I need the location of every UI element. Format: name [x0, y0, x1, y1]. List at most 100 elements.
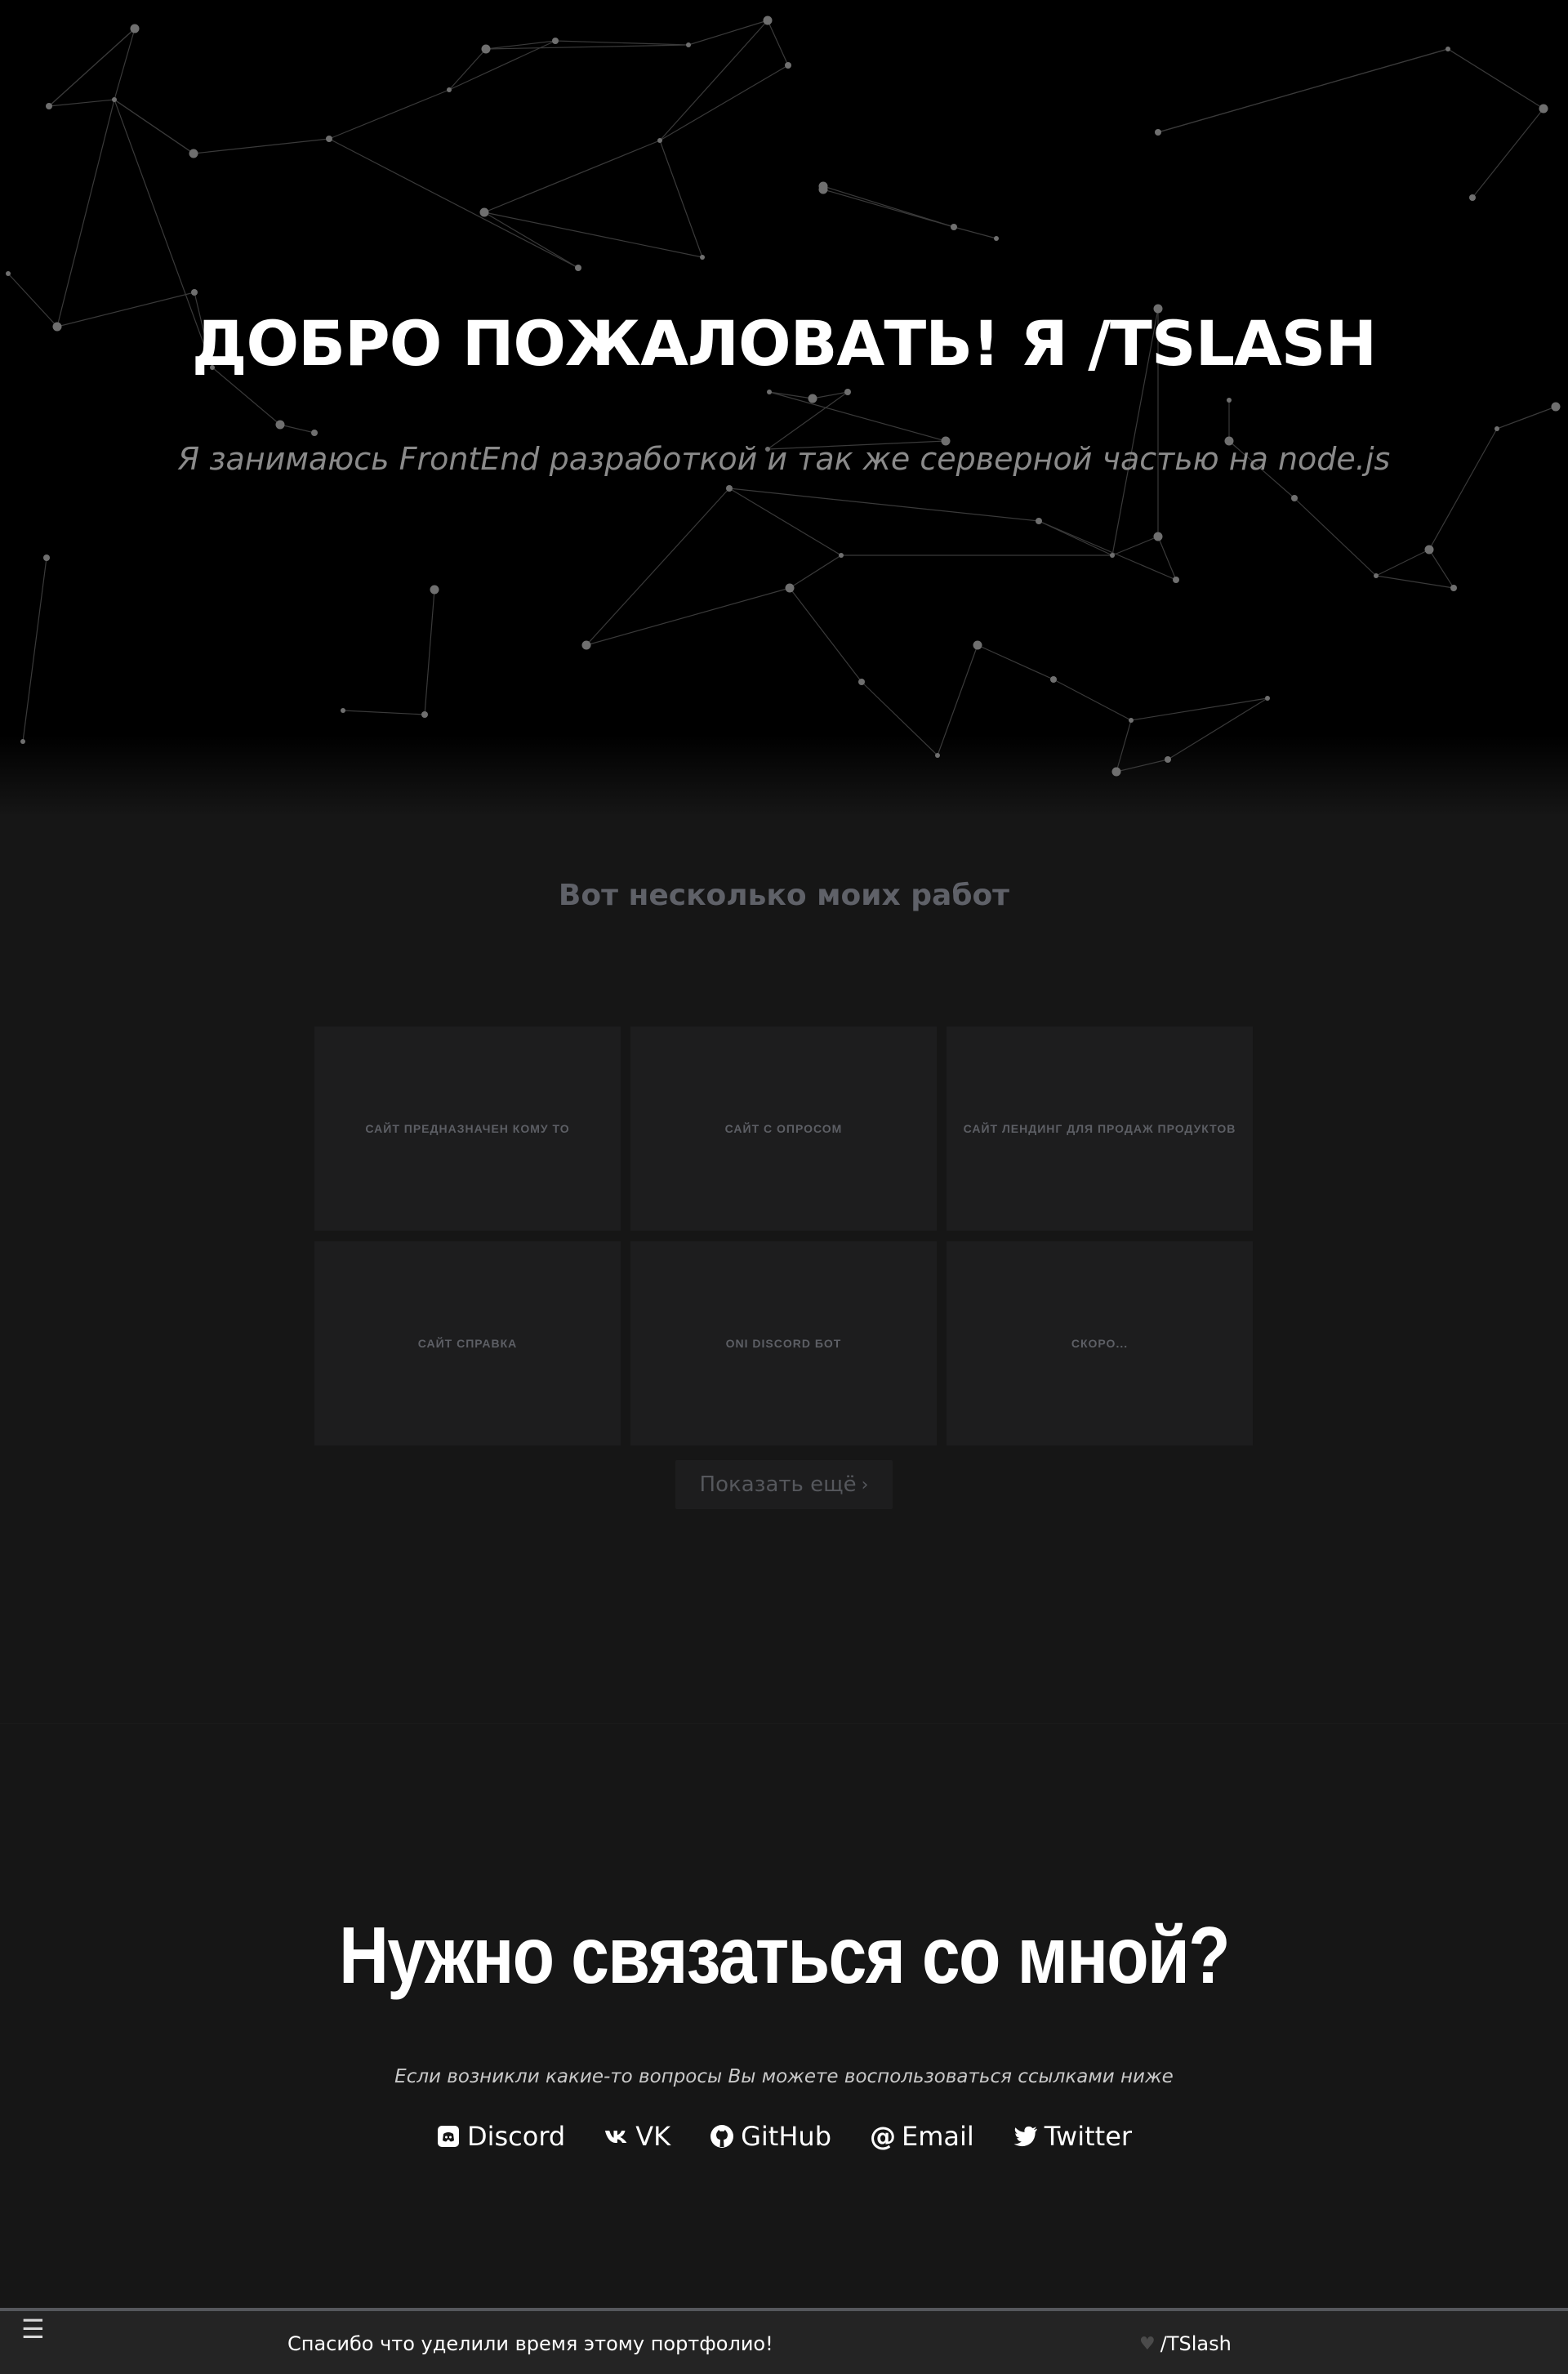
particle-link: [328, 89, 450, 140]
particle-dot: [1424, 545, 1434, 555]
particle-dot: [935, 753, 940, 758]
particle-link: [424, 589, 435, 715]
particle-dot: [1227, 398, 1232, 403]
particle-dot: [767, 390, 772, 394]
works-title: Вот несколько моих работ: [558, 879, 1010, 912]
email-link[interactable]: @ Email: [870, 2121, 974, 2152]
particle-link: [586, 587, 791, 646]
work-card[interactable]: САЙТ СПРАВКА: [314, 1241, 621, 1445]
particle-dot: [447, 87, 452, 92]
particle-dot: [844, 389, 851, 395]
work-card[interactable]: САЙТ С ОПРОСОМ: [630, 1027, 937, 1231]
particle-dot: [430, 585, 439, 595]
particle-link: [586, 488, 730, 646]
vk-link[interactable]: VK: [604, 2121, 670, 2152]
particle-link: [448, 48, 487, 91]
particle-dot: [311, 430, 318, 436]
particle-dot: [341, 708, 345, 713]
work-card[interactable]: СКОРО...: [947, 1241, 1253, 1445]
particle-link: [114, 99, 194, 154]
particle-dot: [1374, 573, 1379, 578]
particle-dot: [657, 138, 662, 143]
footer-text: Спасибо что уделили время этому портфоли…: [287, 2332, 773, 2355]
particle-link: [659, 140, 703, 258]
github-link[interactable]: GitHub: [710, 2121, 831, 2152]
work-card[interactable]: ONI DISCORD БОТ: [630, 1241, 937, 1445]
particle-dot: [785, 583, 795, 593]
particle-dot: [994, 236, 999, 241]
particle-link: [789, 587, 862, 683]
particle-dot: [1551, 402, 1561, 412]
footer: ☰ Спасибо что уделили время этому портфо…: [0, 2308, 1568, 2374]
particle-dot: [1291, 495, 1298, 501]
particle-link: [953, 226, 997, 239]
work-card[interactable]: САЙТ ПРЕДНАЗНАЧЕН КОМУ ТО: [314, 1027, 621, 1231]
work-card[interactable]: САЙТ ЛЕНДИНГ ДЛЯ ПРОДАЖ ПРОДУКТОВ: [947, 1027, 1253, 1231]
hero-title: ДОБРО ПОЖАЛОВАТЬ! Я /TSLASH: [191, 307, 1377, 380]
show-more-label: Показать ещё: [699, 1472, 857, 1497]
github-label: GitHub: [741, 2121, 831, 2152]
hero-subtitle: Я занимаюсь FrontEnd разработкой и так ж…: [177, 441, 1391, 477]
works-grid: САЙТ ПРЕДНАЗНАЧЕН КОМУ ТО САЙТ С ОПРОСОМ…: [314, 1027, 1254, 1445]
chevron-right-icon: ›: [861, 1474, 869, 1495]
particle-dot: [700, 255, 705, 260]
particle-dot: [1265, 696, 1270, 701]
particle-dot: [726, 485, 733, 492]
particle-link: [1130, 697, 1268, 721]
particle-link: [1116, 719, 1132, 773]
particle-dot: [1110, 553, 1115, 558]
particle-link: [555, 40, 689, 46]
particle-dot: [552, 38, 559, 44]
particle-dot: [1469, 194, 1476, 201]
particle-dot: [839, 553, 844, 558]
particle-dot: [858, 679, 865, 685]
particle-link: [861, 681, 938, 756]
particle-link: [22, 557, 47, 742]
particle-link: [767, 20, 789, 66]
particle-dot: [1450, 585, 1457, 591]
discord-link[interactable]: Discord: [436, 2121, 565, 2152]
particle-link: [1428, 549, 1454, 589]
heart-icon: ♥: [1139, 2333, 1156, 2354]
twitter-link[interactable]: Twitter: [1013, 2121, 1132, 2152]
particle-dot: [1494, 426, 1499, 431]
particle-link: [1116, 759, 1169, 773]
particle-dot: [20, 739, 25, 744]
particle-dot: [479, 207, 489, 217]
particle-dot: [6, 271, 11, 276]
particle-dot: [686, 42, 691, 47]
menu-icon[interactable]: ☰: [21, 2316, 45, 2342]
particle-link: [1447, 48, 1544, 109]
contact-links: Discord VK GitHub @ Email Twitter: [0, 2118, 1568, 2154]
particle-link: [822, 189, 955, 228]
particle-link: [328, 138, 579, 269]
section-divider: [0, 1723, 1568, 1724]
particles-background: [6, 16, 1561, 777]
particle-dot: [1155, 129, 1161, 136]
particle-link: [1496, 406, 1557, 430]
discord-label: Discord: [466, 2121, 566, 2152]
particle-dot: [1165, 756, 1171, 763]
particle-dot: [1111, 767, 1121, 777]
particle-link: [483, 140, 661, 213]
particle-dot: [1153, 532, 1163, 541]
particle-dot: [191, 289, 198, 296]
github-icon: [710, 2124, 734, 2149]
twitter-icon: [1013, 2124, 1038, 2149]
particle-link: [193, 138, 330, 154]
particle-link: [342, 710, 425, 715]
particle-dot: [43, 555, 50, 561]
show-more-button[interactable]: Показать ещё ›: [675, 1460, 893, 1509]
particle-dot: [785, 62, 791, 69]
particle-dot: [421, 711, 428, 718]
particle-link: [279, 424, 315, 434]
particle-dot: [326, 136, 332, 142]
particle-link: [659, 20, 768, 141]
particle-dot: [808, 394, 817, 403]
vk-label: VK: [635, 2121, 671, 2152]
particle-link: [1472, 108, 1544, 198]
particle-link: [56, 99, 115, 327]
particle-link: [48, 99, 115, 107]
particle-link: [1167, 697, 1268, 760]
particle-link: [937, 644, 978, 756]
